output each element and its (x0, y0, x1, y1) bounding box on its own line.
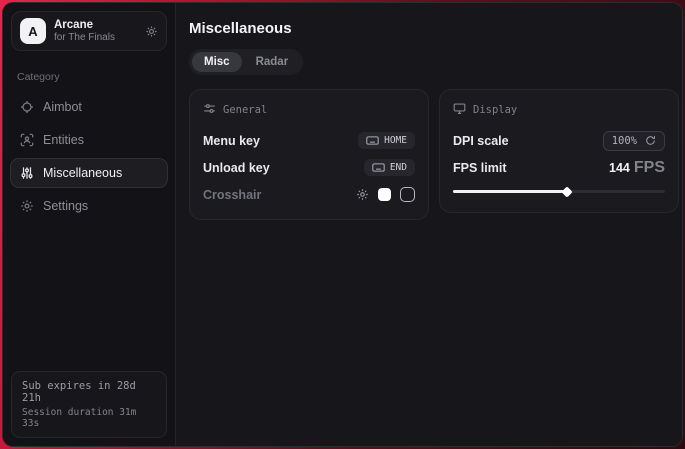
fps-limit-row: FPS limit 144 FPS (453, 156, 665, 179)
crosshair-icon (20, 100, 34, 114)
menu-key-button[interactable]: HOME (358, 132, 415, 149)
brand-logo: A (20, 18, 46, 44)
brand-title: Arcane (54, 19, 137, 31)
crosshair-color-swatch[interactable] (378, 188, 391, 201)
red-game-backdrop: { "sidebar": { "brand": { "logo_letter":… (0, 0, 685, 449)
sidebar-item-label: Settings (43, 199, 88, 213)
sub-expiry-text: Sub expires in 28d 21h (22, 380, 156, 404)
brand-subtitle: for The Finals (54, 32, 137, 43)
crosshair-settings-gear-icon[interactable] (356, 188, 369, 201)
fps-slider-fill (453, 190, 567, 193)
keyboard-icon (366, 135, 379, 146)
sidebar: A Arcane for The Finals Category (3, 3, 176, 446)
sidebar-item-entities[interactable]: Entities (10, 125, 168, 155)
keyboard-icon (372, 162, 385, 173)
panels-row: General Menu key HOME Unload key (189, 89, 679, 220)
crosshair-controls (356, 187, 415, 202)
sliders-horizontal-icon (203, 102, 216, 118)
sidebar-item-aimbot[interactable]: Aimbot (10, 92, 168, 122)
app-window: A Arcane for The Finals Category (2, 2, 683, 447)
general-panel-header: General (203, 100, 415, 125)
crosshair-label: Crosshair (203, 188, 261, 202)
crosshair-checkbox[interactable] (400, 187, 415, 202)
sidebar-nav: Aimbot Entities (3, 89, 175, 224)
unload-key-row: Unload key END (203, 156, 415, 179)
person-scan-icon (20, 133, 34, 147)
menu-key-label: Menu key (203, 134, 260, 148)
refresh-icon (645, 135, 656, 146)
session-duration-text: Session duration 31m 33s (22, 407, 156, 429)
unload-key-button[interactable]: END (364, 159, 415, 176)
monitor-icon (453, 102, 466, 118)
menu-key-value: HOME (384, 135, 407, 146)
main-content: Miscellaneous Misc Radar General (176, 3, 683, 446)
brand-logo-letter: A (28, 24, 37, 39)
dpi-scale-value: 100% (612, 135, 637, 147)
menu-key-row: Menu key HOME (203, 129, 415, 152)
sidebar-spacer (3, 224, 175, 363)
display-panel-title: Display (473, 104, 517, 116)
category-label: Category (17, 71, 161, 83)
sync-gear-icon[interactable] (145, 25, 158, 38)
fps-limit-unit: FPS (634, 159, 665, 176)
fps-limit-value: 144 (609, 161, 630, 175)
unload-key-label: Unload key (203, 161, 270, 175)
tab-radar[interactable]: Radar (244, 52, 301, 72)
sidebar-item-label: Aimbot (43, 100, 82, 114)
sidebar-item-label: Entities (43, 133, 84, 147)
unload-key-value: END (390, 162, 407, 173)
tab-misc[interactable]: Misc (192, 52, 242, 72)
display-panel: Display DPI scale 100% FPS limit (439, 89, 679, 213)
general-panel-title: General (223, 104, 267, 116)
fps-limit-value-group: 144 FPS (609, 159, 665, 177)
brand-card: A Arcane for The Finals (11, 11, 167, 51)
dpi-scale-select[interactable]: 100% (603, 131, 665, 151)
brand-text: Arcane for The Finals (54, 19, 137, 43)
page-title: Miscellaneous (189, 20, 679, 37)
sliders-icon (20, 166, 34, 180)
fps-slider-handle[interactable] (562, 186, 573, 197)
subscription-box: Sub expires in 28d 21h Session duration … (11, 371, 167, 438)
general-panel: General Menu key HOME Unload key (189, 89, 429, 220)
dpi-scale-label: DPI scale (453, 134, 509, 148)
sidebar-item-label: Miscellaneous (43, 166, 122, 180)
dpi-scale-row: DPI scale 100% (453, 129, 665, 152)
gear-icon (20, 199, 34, 213)
display-panel-header: Display (453, 100, 665, 125)
fps-limit-slider[interactable] (453, 184, 665, 199)
crosshair-row: Crosshair (203, 183, 415, 206)
sidebar-item-settings[interactable]: Settings (10, 191, 168, 221)
tab-bar: Misc Radar (189, 49, 303, 75)
sidebar-item-miscellaneous[interactable]: Miscellaneous (10, 158, 168, 188)
fps-limit-label: FPS limit (453, 161, 506, 175)
